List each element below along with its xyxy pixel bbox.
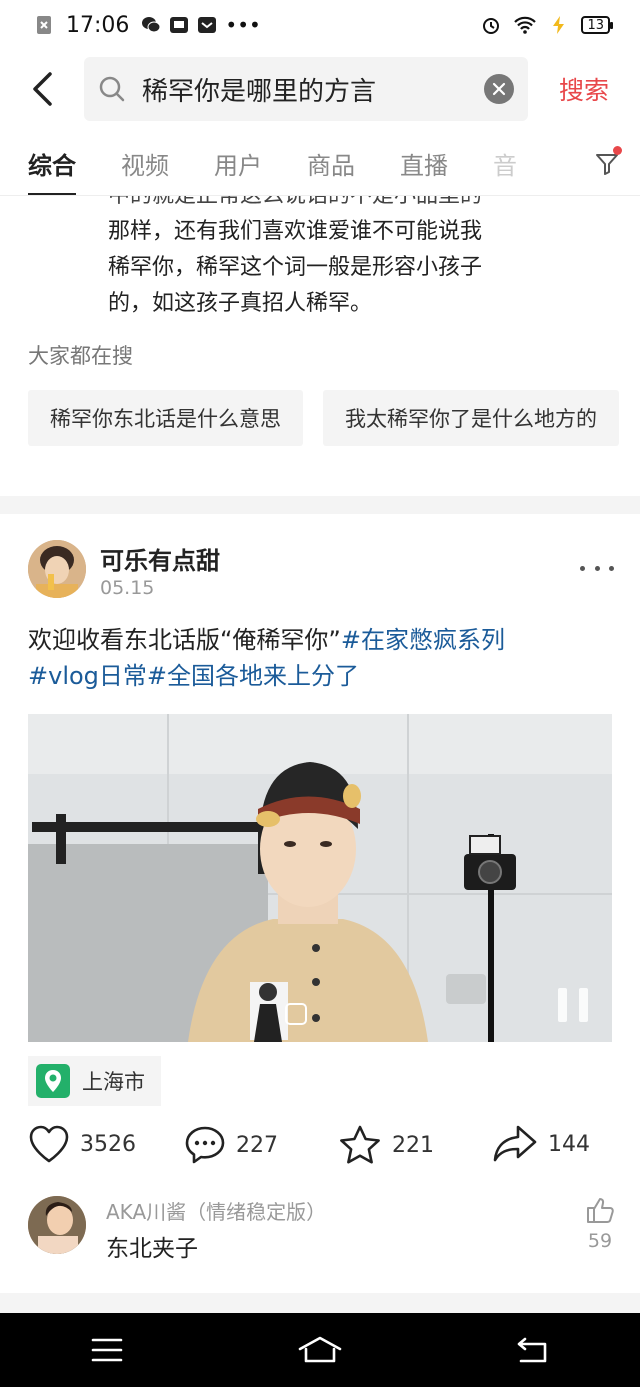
close-icon bbox=[492, 82, 506, 96]
post-caption[interactable]: 欢迎收看东北话版“俺稀罕你”#在家憋疯系列 #vlog日常#全国各地来上分了 bbox=[28, 622, 618, 694]
search-submit-button[interactable]: 搜索 bbox=[528, 71, 640, 107]
post-author-name[interactable]: 可乐有点甜 bbox=[100, 541, 220, 576]
home-button[interactable] bbox=[290, 1320, 350, 1380]
return-icon bbox=[518, 1337, 547, 1363]
video-thumbnail bbox=[28, 714, 612, 1042]
post-actions: 3526 227 221 144 bbox=[28, 1124, 618, 1176]
like-button[interactable]: 3526 bbox=[28, 1124, 136, 1164]
avatar-image bbox=[28, 540, 86, 598]
search-header: 稀罕你是哪里的方言 搜索 bbox=[0, 56, 640, 122]
comment-button[interactable]: 227 bbox=[184, 1124, 278, 1166]
star-icon bbox=[340, 1125, 380, 1164]
more-notifications-icon: ••• bbox=[225, 13, 261, 37]
back-nav-button[interactable] bbox=[503, 1320, 563, 1380]
menu-icon bbox=[91, 1338, 122, 1362]
related-search-chip[interactable]: 我太稀罕你了是什么地方的 bbox=[323, 390, 619, 446]
sim-error-icon bbox=[37, 16, 51, 34]
wifi-icon bbox=[514, 16, 537, 34]
search-icon bbox=[99, 76, 125, 102]
comment-like-count: 59 bbox=[587, 1230, 613, 1252]
section-divider bbox=[0, 496, 640, 514]
share-button[interactable]: 144 bbox=[492, 1124, 590, 1164]
heart-icon bbox=[29, 1125, 69, 1163]
caption-text: 欢迎收看东北话版“俺稀罕你” bbox=[28, 626, 341, 654]
status-time: 17:06 bbox=[66, 12, 130, 38]
share-icon bbox=[493, 1125, 537, 1162]
related-search-chip[interactable]: 稀罕你东北话是什么意思 bbox=[28, 390, 303, 446]
favorite-count: 221 bbox=[392, 1132, 434, 1158]
system-navigation-bar bbox=[0, 1313, 640, 1387]
alarm-icon bbox=[483, 18, 500, 34]
commenter-avatar[interactable] bbox=[28, 1196, 86, 1254]
more-options-button[interactable] bbox=[580, 556, 614, 580]
share-count: 144 bbox=[548, 1131, 590, 1157]
comment-count: 227 bbox=[236, 1132, 278, 1158]
location-label: 上海市 bbox=[82, 1070, 145, 1094]
related-searches: 稀罕你东北话是什么意思 我太稀罕你了是什么地方的 bbox=[28, 390, 619, 446]
answer-line-partial: 中的就是正常这么说话的不是小品里的 bbox=[108, 183, 483, 208]
search-input[interactable]: 稀罕你是哪里的方言 bbox=[84, 57, 528, 121]
home-icon bbox=[298, 1336, 342, 1363]
video-player[interactable] bbox=[28, 714, 612, 1042]
menu-button[interactable] bbox=[77, 1320, 137, 1380]
wechat-icon bbox=[142, 17, 161, 33]
search-query: 稀罕你是哪里的方言 bbox=[142, 76, 377, 107]
commenter-name[interactable]: AKA川酱（情绪稳定版） bbox=[106, 1196, 326, 1225]
author-avatar[interactable] bbox=[28, 540, 86, 598]
filter-badge-dot bbox=[613, 146, 622, 155]
answer-line: 的，如这孩子真招人稀罕。 bbox=[108, 291, 373, 316]
tab-comprehensive[interactable]: 综合 bbox=[28, 132, 76, 195]
section-divider bbox=[0, 1293, 640, 1313]
comment-text: 东北夹子 bbox=[106, 1236, 198, 1262]
answer-line: 那样，还有我们喜欢谁爱谁不可能说我 bbox=[108, 219, 483, 244]
mail-icon bbox=[198, 17, 217, 33]
chevron-left-icon bbox=[33, 72, 52, 106]
answer-snippet[interactable]: 中的就是正常这么说话的不是小品里的 那样，还有我们喜欢谁爱谁不可能说我 稀罕你，… bbox=[108, 178, 548, 322]
charging-icon bbox=[553, 16, 565, 34]
related-searches-title: 大家都在搜 bbox=[28, 344, 133, 368]
status-bar: 17:06 ••• 13 bbox=[0, 0, 640, 50]
clear-search-button[interactable] bbox=[484, 74, 514, 104]
thumbs-up-icon bbox=[587, 1198, 614, 1223]
comment-icon bbox=[185, 1126, 225, 1164]
hashtag-link[interactable]: #在家憋疯系列 bbox=[341, 626, 505, 654]
hashtag-link[interactable]: #全国各地来上分了 bbox=[147, 662, 359, 690]
post-date: 05.15 bbox=[100, 577, 155, 599]
location-pin-icon bbox=[36, 1064, 70, 1098]
filter-button[interactable] bbox=[584, 142, 630, 186]
like-count: 3526 bbox=[80, 1131, 136, 1157]
comment-like-button[interactable]: 59 bbox=[580, 1196, 620, 1252]
answer-line: 稀罕你，稀罕这个词一般是形容小孩子 bbox=[108, 255, 483, 280]
battery-level: 13 bbox=[587, 17, 604, 33]
favorite-button[interactable]: 221 bbox=[338, 1124, 434, 1166]
back-button[interactable] bbox=[0, 56, 84, 122]
hashtag-link[interactable]: #vlog日常 bbox=[28, 662, 147, 690]
pause-icon[interactable] bbox=[558, 988, 588, 1022]
battery-indicator: 13 bbox=[581, 16, 613, 34]
location-tag[interactable]: 上海市 bbox=[28, 1056, 161, 1106]
avatar-image bbox=[28, 1196, 86, 1254]
notification-app-icon bbox=[170, 17, 189, 33]
